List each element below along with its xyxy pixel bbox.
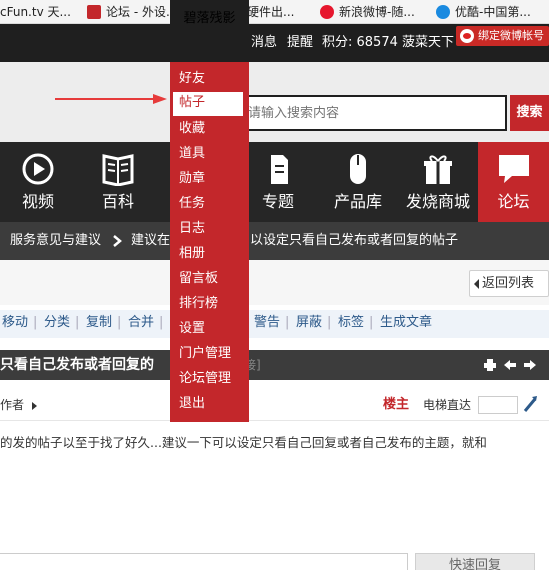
action-copy[interactable]: 复制 bbox=[86, 310, 112, 336]
action-separator: | bbox=[369, 315, 374, 330]
bookmark-label: 论坛 - 外设... bbox=[106, 5, 178, 19]
weibo-favicon-icon bbox=[320, 5, 334, 19]
action-separator: | bbox=[327, 315, 332, 330]
action-classify[interactable]: 分类 bbox=[44, 310, 70, 336]
breadcrumb-item[interactable]: 服务意见与建议 bbox=[10, 222, 101, 260]
nav-label: 专题 bbox=[261, 192, 294, 211]
bookmark-item[interactable]: cFun.tv 天... bbox=[0, 3, 71, 21]
menu-item-portal-admin[interactable]: 门户管理 bbox=[179, 343, 231, 365]
menu-item-friends[interactable]: 好友 bbox=[179, 68, 205, 90]
document-icon bbox=[271, 155, 288, 184]
action-tag[interactable]: 标签 bbox=[338, 310, 364, 336]
post-content: 的发的帖子以至于找了好久...建议一下可以设定只看自己回复或者自己发布的主题，就… bbox=[0, 435, 487, 450]
menu-item-posts[interactable]: 帖子 bbox=[173, 92, 243, 116]
return-row: 返回列表 bbox=[0, 260, 549, 305]
post-author-row: 作者 楼主 电梯直达 bbox=[0, 392, 549, 420]
menu-item-forum-admin[interactable]: 论坛管理 bbox=[179, 368, 231, 390]
bookmarks-bar: cFun.tv 天... 论坛 - 外设... 玩家硬件出... 新浪微博-随.… bbox=[0, 0, 549, 24]
breadcrumb: 服务意见与建议 建议在 以设定只看自己发布或者回复的帖子 bbox=[0, 222, 549, 260]
bookmark-item[interactable]: 优酷-中国第... bbox=[436, 3, 531, 21]
user-dropdown-menu: 好友 帖子 收藏 道具 勋章 任务 日志 相册 留言板 排行榜 设置 门户管理 … bbox=[170, 62, 249, 422]
nav-wiki[interactable]: 百科 bbox=[88, 142, 148, 222]
divider bbox=[0, 420, 549, 421]
print-icon[interactable] bbox=[484, 359, 496, 371]
moderator-actions: 移动 | 分类 | 复制 | 合并 | 警告 | 屏蔽 | 标签 | 生成文章 bbox=[0, 310, 549, 338]
main-nav: 视频 百科 专题 产品库 发烧商城 论坛 bbox=[0, 142, 549, 222]
messages-link[interactable]: 消息 bbox=[251, 24, 277, 62]
menu-item-props[interactable]: 道具 bbox=[179, 143, 205, 165]
nav-label: 论坛 bbox=[497, 192, 530, 211]
menu-item-logout[interactable]: 退出 bbox=[179, 393, 205, 415]
menu-item-settings[interactable]: 设置 bbox=[179, 318, 205, 340]
action-separator: | bbox=[33, 315, 38, 330]
points-link[interactable]: 积分: 68574 bbox=[322, 24, 398, 62]
bookmark-label: cFun.tv 天... bbox=[0, 5, 71, 19]
menu-item-favorites[interactable]: 收藏 bbox=[179, 118, 205, 140]
go-icon[interactable] bbox=[522, 395, 538, 413]
nav-label: 产品库 bbox=[333, 192, 382, 211]
play-icon bbox=[22, 153, 54, 185]
forum-favicon-icon bbox=[87, 5, 101, 19]
chat-bubble-icon bbox=[498, 155, 529, 183]
chevron-right-icon bbox=[113, 235, 122, 247]
gift-icon bbox=[424, 155, 452, 184]
bookmark-item[interactable]: 新浪微博-随... bbox=[320, 3, 415, 21]
menu-item-guestbook[interactable]: 留言板 bbox=[179, 268, 218, 290]
breadcrumb-item-rest: 以设定只看自己发布或者回复的帖子 bbox=[250, 233, 459, 248]
reminders-link[interactable]: 提醒 bbox=[287, 24, 313, 62]
floor-jump-input[interactable] bbox=[478, 396, 518, 414]
action-block[interactable]: 屏蔽 bbox=[296, 310, 322, 336]
bind-weibo-label: 绑定微博帐号 bbox=[478, 29, 544, 42]
nav-label: 百科 bbox=[101, 192, 134, 211]
user-link[interactable]: 菠菜天下 bbox=[402, 24, 454, 62]
bind-weibo-button[interactable]: 绑定微博帐号 bbox=[456, 26, 549, 46]
arrow-left-icon[interactable] bbox=[504, 359, 516, 371]
search-button[interactable]: 搜索 bbox=[510, 95, 549, 131]
menu-item-album[interactable]: 相册 bbox=[179, 243, 205, 265]
arrow-right-icon[interactable] bbox=[524, 359, 536, 371]
menu-item-tasks[interactable]: 任务 bbox=[179, 193, 205, 215]
weibo-logo-icon bbox=[460, 29, 474, 43]
nav-products[interactable]: 产品库 bbox=[326, 142, 390, 222]
nav-shop[interactable]: 发烧商城 bbox=[403, 142, 473, 222]
nav-forum[interactable]: 论坛 bbox=[478, 142, 549, 222]
youku-favicon-icon bbox=[436, 5, 450, 19]
reply-textarea[interactable] bbox=[0, 553, 408, 570]
thread-title-bar: 只看自己发布或者回复的 接] bbox=[0, 350, 549, 380]
nav-label: 视频 bbox=[21, 192, 54, 211]
bookmark-label: 新浪微博-随... bbox=[339, 5, 415, 19]
author-only-toggle[interactable]: 作者 bbox=[0, 392, 37, 418]
bookmark-item[interactable]: 论坛 - 外设... bbox=[87, 3, 177, 21]
action-move[interactable]: 移动 bbox=[2, 310, 28, 336]
menu-item-blog[interactable]: 日志 bbox=[179, 218, 205, 240]
nav-video[interactable]: 视频 bbox=[8, 142, 68, 222]
nav-topics[interactable]: 专题 bbox=[248, 142, 308, 222]
action-merge[interactable]: 合并 bbox=[128, 310, 154, 336]
breadcrumb-item[interactable]: 建议在 bbox=[131, 222, 170, 260]
username-menu-trigger[interactable]: 碧落残影 bbox=[170, 0, 249, 38]
menu-item-medals[interactable]: 勋章 bbox=[179, 168, 205, 190]
bookmark-label: 优酷-中国第... bbox=[455, 5, 531, 19]
menu-item-ranking[interactable]: 排行榜 bbox=[179, 293, 218, 315]
action-separator: | bbox=[117, 315, 122, 330]
elevator-label: 电梯直达 bbox=[423, 398, 472, 412]
mouse-icon bbox=[350, 154, 366, 184]
action-separator: | bbox=[159, 315, 164, 330]
action-separator: | bbox=[285, 315, 290, 330]
nav-label: 发烧商城 bbox=[405, 192, 470, 211]
search-input[interactable] bbox=[230, 95, 507, 131]
action-warn[interactable]: 警告 bbox=[254, 310, 280, 336]
action-separator: | bbox=[75, 315, 80, 330]
annotation-arrow-icon bbox=[55, 94, 167, 104]
return-list-button[interactable]: 返回列表 bbox=[469, 270, 549, 297]
floor-main-label: 楼主 bbox=[383, 397, 410, 412]
book-icon bbox=[102, 154, 134, 186]
fast-reply-button[interactable]: 快速回复 bbox=[415, 553, 535, 570]
thread-title: 只看自己发布或者回复的 bbox=[0, 357, 154, 373]
action-generate-article[interactable]: 生成文章 bbox=[380, 310, 432, 336]
